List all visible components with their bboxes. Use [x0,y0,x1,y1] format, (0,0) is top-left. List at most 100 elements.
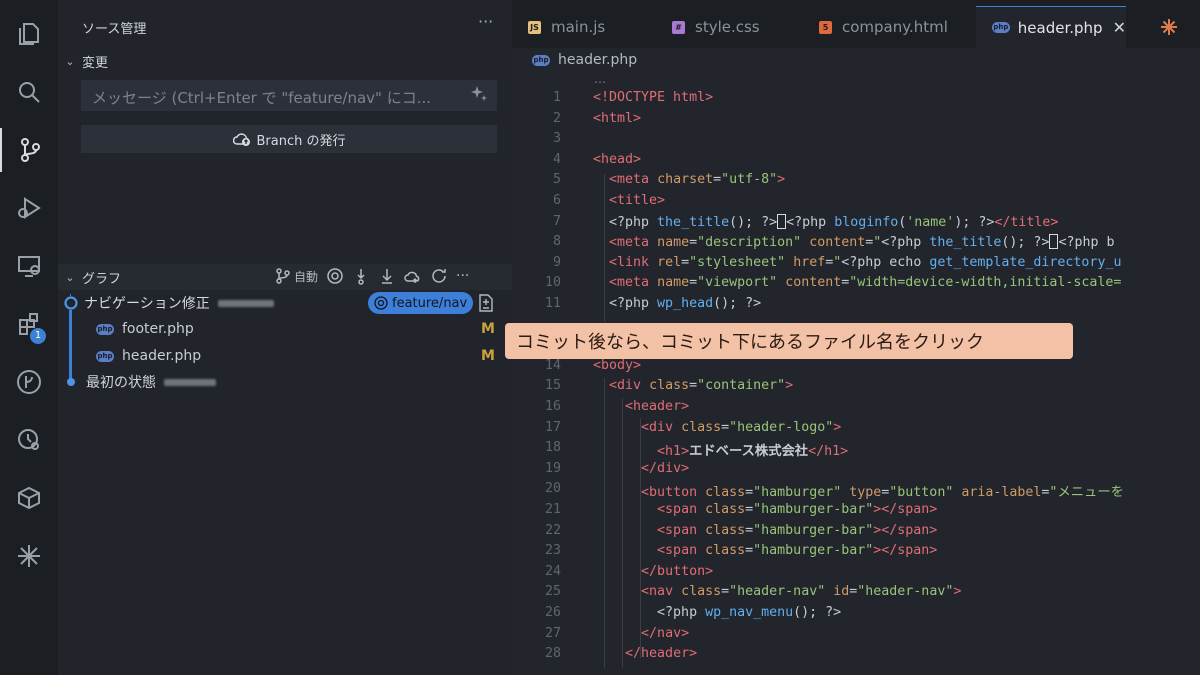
source-control-icon[interactable] [0,128,58,172]
code-line[interactable]: </button> [593,564,713,579]
sparkle-icon [1161,19,1177,35]
timeline-icon[interactable] [0,418,58,462]
push-cloud-icon[interactable] [404,267,422,285]
chevron-down-icon: ⌄ [65,270,75,284]
code-line[interactable]: <div class="container"> [593,378,793,393]
code-line[interactable]: <h1>エドベース株式会社</h1> [593,440,848,459]
line-number: 2 [552,110,561,126]
line-number: 21 [544,502,561,517]
file-name[interactable]: footer.php [122,321,194,337]
commit-row[interactable]: 最初の状態 [58,369,512,395]
graph-label: グラフ [82,271,122,287]
code-line[interactable]: </header> [593,646,697,661]
file-status: M [481,348,495,364]
commit-file-row[interactable]: php footer.php M [58,316,512,342]
extensions-icon[interactable]: 1 [0,302,58,346]
line-number: 3 [552,131,561,147]
source-control-panel: ソース管理 ··· ⌄ 変更 メッセージ (Ctrl+Enter で "feat… [58,0,512,675]
git-graph-icon[interactable] [0,360,58,404]
html-icon: 5 [819,20,832,34]
close-tab-icon[interactable]: ✕ [1113,18,1126,37]
graph-more-button[interactable]: ··· [456,268,469,284]
file-name[interactable]: header.php [122,348,201,364]
line-number: 17 [544,419,561,435]
line-number: 25 [544,584,561,600]
breadcrumb[interactable]: php header.php [532,52,637,68]
line-number: 28 [544,646,561,662]
pull-icon[interactable] [378,267,396,285]
line-number: 10 [544,275,561,291]
cloud-upload-icon [232,133,250,146]
code-line[interactable]: <link rel="stylesheet" href="<?php echo … [593,255,1121,270]
code-line[interactable]: <header> [593,399,689,414]
graph-toolbar: 自動 ··· [274,267,469,285]
line-number: 18 [544,440,561,456]
publish-branch-button[interactable]: Branch の発行 [81,125,497,153]
code-line[interactable]: <?php wp_nav_menu(); ?> [593,605,841,620]
annotation-callout: コミット後なら、コミット下にあるファイル名をクリック [505,323,1073,359]
code-line[interactable]: <title> [593,193,665,208]
line-number: 4 [552,151,561,167]
line-number: 14 [544,357,561,373]
line-number: 16 [544,399,561,414]
line-number: 15 [544,378,561,394]
code-line[interactable]: <div class="header-logo"> [593,420,841,435]
commit-node-icon [64,296,78,310]
code-line[interactable]: <meta name="viewport" content="width=dev… [593,275,1121,290]
branch-tag: feature/nav [368,292,474,314]
generate-message-icon[interactable] [470,85,488,103]
tab-company-html[interactable]: 5 company.html [803,6,975,48]
explorer-icon[interactable] [0,12,58,56]
code-line[interactable]: <span class="hamburger-bar"></span> [593,543,937,558]
more-actions-button[interactable]: ··· [478,12,493,31]
refresh-icon[interactable] [430,267,448,285]
code-line[interactable]: <?php the_title(); ?> <?php bloginfo('nam… [593,213,1058,230]
php-icon: php [532,54,550,66]
tab-main-js[interactable]: JS main.js [512,6,655,48]
extensions-badge: 1 [30,328,46,344]
commit-message-input[interactable]: メッセージ (Ctrl+Enter で "feature/nav" にコ... [81,80,497,111]
line-number: 8 [552,234,561,250]
php-icon: php [96,350,114,362]
open-changes-icon[interactable] [478,294,494,312]
php-icon: php [96,323,114,335]
remote-explorer-icon[interactable] [0,244,58,288]
code-line[interactable]: <?php wp_head(); ?> [593,296,761,311]
line-number: 6 [552,193,561,208]
code-line[interactable]: <meta charset="utf-8"> [593,172,785,187]
code-line[interactable]: <!DOCTYPE html> [593,90,713,105]
search-icon[interactable] [0,70,58,114]
sticky-scroll-ellipsis: … [594,72,606,86]
code-line[interactable]: <button class="hamburger" type="button" … [593,481,1124,500]
code-line[interactable]: <span class="hamburger-bar"></span> [593,523,937,538]
tab-overflow[interactable] [1144,6,1200,48]
code-line[interactable]: <html> [593,111,641,126]
code-line[interactable]: <meta name="description" content="<?php … [593,234,1114,250]
changes-section-header[interactable]: ⌄ 変更 [58,48,512,74]
code-line[interactable]: </div> [593,461,689,476]
commit-message: ナビゲーション修正 [84,296,210,312]
auto-label[interactable]: 自動 [294,268,318,285]
branch-auto-icon[interactable] [274,267,292,285]
line-number: 9 [552,254,561,270]
line-number: 27 [544,625,561,641]
line-number: 24 [544,563,561,579]
php-icon: php [992,22,1010,33]
line-number: 26 [544,605,561,620]
code-line[interactable]: </nav> [593,626,689,641]
tab-header-php[interactable]: php header.php ✕ [976,6,1126,48]
tab-style-css[interactable]: # style.css [656,6,802,48]
code-line[interactable]: <span class="hamburger-bar"></span> [593,502,937,517]
sparkle-icon[interactable] [0,534,58,578]
code-line[interactable]: <nav class="header-nav" id="header-nav"> [593,584,961,599]
fetch-icon[interactable] [352,267,370,285]
code-line[interactable]: <head> [593,152,641,167]
run-debug-icon[interactable] [0,186,58,230]
code-line[interactable]: <body> [593,358,641,373]
breadcrumb-file[interactable]: header.php [558,52,637,68]
target-icon[interactable] [326,267,344,285]
css-icon: # [672,20,685,34]
commit-file-row[interactable]: php header.php M [58,343,512,369]
container-icon[interactable] [0,476,58,520]
commit-author-redacted [217,299,274,307]
